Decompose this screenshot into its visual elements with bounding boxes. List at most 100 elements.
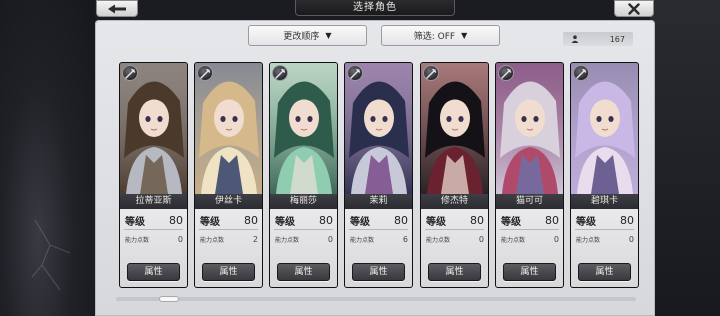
character-stats: 等级 80 能力点数 2 属性 [195, 209, 262, 287]
ability-points-row: 能力点数 6 [350, 233, 408, 245]
level-label: 等级 [125, 216, 145, 228]
attribute-button[interactable]: 属性 [127, 263, 180, 281]
weapon-badge-icon [122, 65, 138, 81]
weapon-badge-icon [197, 65, 213, 81]
character-card[interactable]: 茉莉 等级 80 能力点数 6 属性 [344, 62, 413, 288]
ability-points-value: 0 [628, 234, 634, 244]
level-label: 等级 [200, 216, 220, 228]
weapon-badge-icon [272, 65, 288, 81]
character-stats: 等级 80 能力点数 0 属性 [496, 209, 563, 287]
divider [500, 229, 559, 230]
close-x-icon [628, 2, 640, 15]
character-stats: 等级 80 能力点数 6 属性 [345, 209, 412, 287]
character-card[interactable]: 修杰特 等级 80 能力点数 0 属性 [420, 62, 489, 288]
level-value: 80 [169, 213, 183, 227]
character-name: 拉蒂亚斯 [120, 194, 187, 209]
ability-points-label: 能力点数 [576, 236, 601, 244]
character-stats: 等级 80 能力点数 0 属性 [571, 209, 638, 287]
character-card[interactable]: 梅丽莎 等级 80 能力点数 0 属性 [269, 62, 338, 288]
close-button[interactable] [614, 0, 654, 17]
horizontal-scrollbar-track[interactable] [116, 297, 636, 301]
back-arrow-icon [108, 4, 126, 13]
back-button[interactable] [96, 0, 138, 17]
character-stats: 等级 80 能力点数 0 属性 [120, 209, 187, 287]
level-value: 80 [470, 213, 484, 227]
count-value: 167 [609, 34, 625, 44]
character-card[interactable]: 拉蒂亚斯 等级 80 能力点数 0 属性 [119, 62, 188, 288]
level-value: 80 [394, 213, 408, 227]
weapon-badge-icon [347, 65, 363, 81]
level-value: 80 [620, 213, 634, 227]
ability-points-value: 0 [553, 234, 559, 244]
attribute-button[interactable]: 属性 [578, 263, 631, 281]
ability-points-row: 能力点数 0 [501, 233, 559, 245]
divider [199, 229, 258, 230]
divider [124, 229, 183, 230]
level-label: 等级 [275, 216, 295, 228]
character-portrait [421, 63, 488, 194]
page-title: 选择角色 [295, 0, 455, 16]
level-label: 等级 [426, 216, 446, 228]
character-card[interactable]: 伊丝卡 等级 80 能力点数 2 属性 [194, 62, 263, 288]
weapon-badge-icon [498, 65, 514, 81]
sort-label: 更改顺序 [283, 32, 320, 42]
character-name: 猫可可 [496, 194, 563, 209]
character-name: 修杰特 [421, 194, 488, 209]
level-label: 等级 [350, 216, 370, 228]
level-value: 80 [244, 213, 258, 227]
attribute-button[interactable]: 属性 [277, 263, 330, 281]
ability-points-row: 能力点数 0 [275, 233, 333, 245]
level-label: 等级 [576, 216, 596, 228]
level-row: 等级 80 [125, 213, 183, 228]
ability-points-row: 能力点数 0 [576, 233, 634, 245]
level-label: 等级 [501, 216, 521, 228]
ability-points-row: 能力点数 2 [200, 233, 258, 245]
ability-points-value: 0 [327, 234, 333, 244]
level-row: 等级 80 [426, 213, 484, 228]
character-portrait [571, 63, 638, 194]
ability-points-value: 0 [478, 234, 484, 244]
ability-points-label: 能力点数 [200, 236, 225, 244]
ability-points-value: 6 [402, 234, 408, 244]
divider [274, 229, 333, 230]
character-name: 碧琪卡 [571, 194, 638, 209]
character-card[interactable]: 猫可可 等级 80 能力点数 0 属性 [495, 62, 564, 288]
level-row: 等级 80 [350, 213, 408, 228]
ability-points-value: 2 [252, 234, 258, 244]
attribute-button[interactable]: 属性 [202, 263, 255, 281]
character-name: 伊丝卡 [195, 194, 262, 209]
attribute-button[interactable]: 属性 [352, 263, 405, 281]
level-row: 等级 80 [275, 213, 333, 228]
ability-points-label: 能力点数 [501, 236, 526, 244]
ability-points-label: 能力点数 [426, 236, 451, 244]
ability-points-value: 0 [177, 234, 183, 244]
character-count: 167 [563, 32, 633, 46]
character-portrait [270, 63, 337, 194]
filter-dropdown[interactable]: 筛选: OFF ▼ [381, 25, 500, 46]
divider [349, 229, 408, 230]
character-stats: 等级 80 能力点数 0 属性 [270, 209, 337, 287]
level-row: 等级 80 [576, 213, 634, 228]
character-name: 茉莉 [345, 194, 412, 209]
triangle-down-icon: ▼ [461, 31, 468, 40]
character-portrait [195, 63, 262, 194]
ability-points-label: 能力点数 [350, 236, 375, 244]
sort-dropdown[interactable]: 更改顺序 ▼ [248, 25, 367, 46]
character-portrait [120, 63, 187, 194]
level-value: 80 [545, 213, 559, 227]
character-stats: 等级 80 能力点数 0 属性 [421, 209, 488, 287]
attribute-button[interactable]: 属性 [428, 263, 481, 281]
crack-decoration [31, 219, 71, 291]
weapon-badge-icon [573, 65, 589, 81]
ability-points-row: 能力点数 0 [426, 233, 484, 245]
horizontal-scrollbar-thumb[interactable] [159, 296, 179, 302]
triangle-down-icon: ▼ [325, 31, 332, 40]
character-card[interactable]: 碧琪卡 等级 80 能力点数 0 属性 [570, 62, 639, 288]
background-right [650, 0, 720, 316]
ability-points-label: 能力点数 [125, 236, 150, 244]
attribute-button[interactable]: 属性 [503, 263, 556, 281]
level-row: 等级 80 [200, 213, 258, 228]
weapon-badge-icon [423, 65, 439, 81]
divider [575, 229, 634, 230]
level-row: 等级 80 [501, 213, 559, 228]
